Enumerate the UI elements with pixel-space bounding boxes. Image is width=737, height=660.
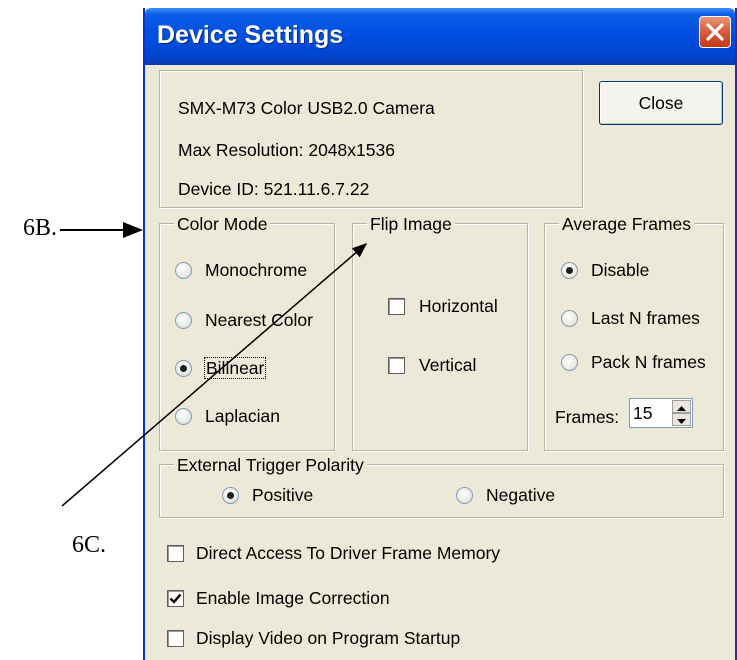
bilinear-label[interactable]: Bilinear	[203, 357, 267, 379]
flip-image-legend: Flip Image	[367, 214, 455, 234]
last-n-frames-label[interactable]: Last N frames	[591, 308, 700, 328]
nearest-color-radio[interactable]	[175, 312, 192, 329]
device-info-panel: SMX-M73 Color USB2.0 Camera Max Resoluti…	[159, 70, 583, 208]
image-correction-label[interactable]: Enable Image Correction	[196, 588, 390, 608]
display-video-checkbox[interactable]	[167, 630, 184, 647]
pack-n-frames-radio[interactable]	[561, 354, 578, 371]
max-resolution: Max Resolution: 2048x1536	[178, 140, 395, 160]
positive-label[interactable]: Positive	[252, 485, 313, 505]
horizontal-label[interactable]: Horizontal	[419, 296, 498, 316]
negative-radio[interactable]	[456, 487, 473, 504]
last-n-frames-radio[interactable]	[561, 310, 578, 327]
annotation-6b-label: 6B.	[23, 215, 58, 241]
window-title: Device Settings	[157, 21, 344, 49]
vertical-checkbox[interactable]	[388, 357, 405, 374]
monochrome-label[interactable]: Monochrome	[205, 260, 307, 280]
laplacian-radio[interactable]	[175, 408, 192, 425]
frames-value[interactable]: 15	[633, 403, 652, 423]
flip-image-group	[352, 223, 528, 451]
bilinear-radio[interactable]	[175, 360, 192, 377]
frames-increment-button[interactable]	[672, 400, 691, 413]
disable-label[interactable]: Disable	[591, 260, 649, 280]
laplacian-label[interactable]: Laplacian	[205, 406, 280, 426]
vertical-label[interactable]: Vertical	[419, 355, 476, 375]
negative-label[interactable]: Negative	[486, 485, 555, 505]
title-bar[interactable]: Device Settings	[145, 8, 735, 65]
checkmark-icon	[169, 593, 182, 604]
pack-n-frames-label[interactable]: Pack N frames	[591, 352, 706, 372]
positive-radio[interactable]	[222, 487, 239, 504]
monochrome-radio[interactable]	[175, 262, 192, 279]
display-video-label[interactable]: Display Video on Program Startup	[196, 628, 460, 648]
frames-label: Frames:	[555, 407, 620, 427]
device-name: SMX-M73 Color USB2.0 Camera	[178, 98, 435, 118]
color-mode-legend: Color Mode	[174, 214, 271, 234]
device-id: Device ID: 521.11.6.7.22	[178, 179, 370, 199]
nearest-color-label[interactable]: Nearest Color	[205, 310, 313, 330]
direct-access-checkbox[interactable]	[167, 545, 184, 562]
direct-access-label[interactable]: Direct Access To Driver Frame Memory	[196, 543, 500, 563]
image-correction-checkbox[interactable]	[167, 590, 184, 607]
disable-radio[interactable]	[561, 262, 578, 279]
trigger-polarity-legend: External Trigger Polarity	[174, 455, 367, 475]
title-close-button[interactable]	[699, 16, 731, 48]
frames-decrement-button[interactable]	[672, 413, 691, 426]
close-button[interactable]: Close	[599, 81, 723, 125]
arrow-down-icon	[677, 419, 686, 424]
device-settings-window: Device Settings SMX-M73 Color USB2.0 Cam…	[143, 8, 737, 660]
close-icon	[706, 23, 724, 41]
average-frames-legend: Average Frames	[559, 214, 695, 234]
horizontal-checkbox[interactable]	[388, 298, 405, 315]
frames-spinbox[interactable]: 15	[629, 398, 693, 428]
annotation-6c-label: 6C.	[72, 532, 107, 558]
